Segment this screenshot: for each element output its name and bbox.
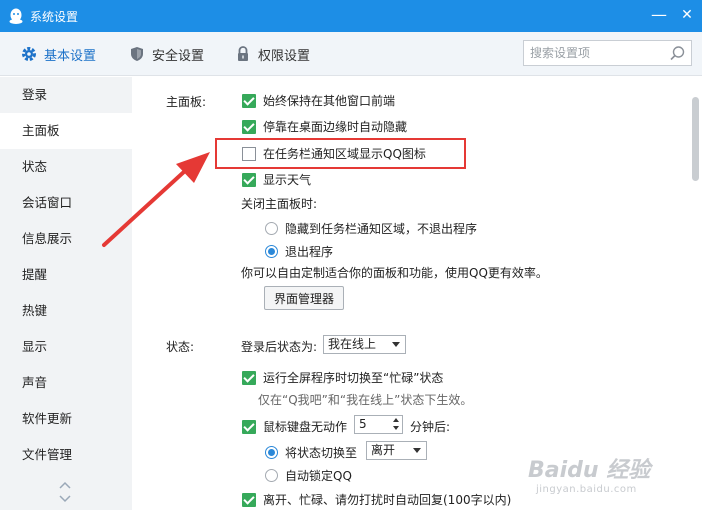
close-panel-label: 关闭主面板时: — [241, 197, 318, 211]
tab-security-settings[interactable]: 安全设置 — [128, 32, 204, 76]
content-scrollbar[interactable] — [690, 77, 702, 510]
option-auto-lock[interactable]: 自动锁定QQ — [265, 467, 352, 484]
sidebar-item-sound[interactable]: 声音 — [0, 365, 132, 401]
option-label: 始终保持在其他窗口前端 — [263, 94, 396, 108]
option-hide-to-tray[interactable]: 隐藏到任务栏通知区域，不退出程序 — [265, 220, 477, 237]
option-label: 显示天气 — [263, 173, 312, 187]
checkbox-checked[interactable] — [242, 492, 256, 507]
select-value: 离开 — [371, 443, 396, 457]
sidebar-item-info-display[interactable]: 信息展示 — [0, 221, 132, 257]
main-panel-section-label: 主面板: — [166, 95, 207, 109]
idle-minutes-stepper[interactable]: 5 — [354, 415, 403, 434]
sidebar-item-login[interactable]: 登录 — [0, 77, 132, 113]
after-login-status-label: 登录后状态为: — [241, 340, 318, 354]
option-switch-status[interactable]: 将状态切换至 — [265, 444, 357, 461]
stepper-down-icon[interactable] — [393, 426, 399, 430]
watermark-subtitle: jingyan.baidu.com — [536, 484, 637, 495]
title-bar: 系统设置 — ✕ — [0, 0, 702, 32]
qq-penguin-icon — [9, 8, 23, 24]
highlight-box — [215, 138, 466, 169]
search-input[interactable] — [530, 44, 660, 62]
option-label: 退出程序 — [285, 245, 334, 259]
option-label: 离开、忙碌、请勿打扰时自动回复(100字以内) — [263, 493, 512, 507]
fullscreen-hint: 仅在“Q我吧”和“我在线上”状态下生效。 — [258, 393, 473, 407]
sidebar-item-software-update[interactable]: 软件更新 — [0, 401, 132, 437]
tab-bar: 基本设置 安全设置 权限设置 — [0, 32, 702, 76]
window-title: 系统设置 — [30, 10, 79, 24]
option-label: 隐藏到任务栏通知区域，不退出程序 — [285, 222, 478, 236]
interface-manager-button[interactable]: 界面管理器 — [264, 286, 345, 310]
sidebar-item-display[interactable]: 显示 — [0, 329, 132, 365]
option-auto-hide[interactable]: 停靠在桌面边缘时自动隐藏 — [242, 118, 407, 135]
checkbox-checked[interactable] — [242, 119, 256, 134]
option-exit-program[interactable]: 退出程序 — [265, 243, 333, 260]
idle-status-select[interactable]: 离开 — [366, 441, 427, 460]
tab-label: 权限设置 — [258, 48, 311, 64]
checkbox-checked[interactable] — [242, 419, 256, 434]
checkbox-checked[interactable] — [242, 370, 256, 385]
tab-basic-settings[interactable]: 基本设置 — [20, 32, 96, 76]
sidebar-item-status[interactable]: 状态 — [0, 149, 132, 185]
option-fullscreen-busy[interactable]: 运行全屏程序时切换至“忙碌”状态 — [242, 369, 443, 386]
option-show-weather[interactable]: 显示天气 — [242, 171, 311, 188]
checkbox-checked[interactable] — [242, 172, 256, 187]
option-label: 鼠标键盘无动作 — [263, 420, 348, 434]
gear-icon — [22, 47, 36, 61]
radio-checked[interactable] — [265, 245, 278, 258]
checkbox-checked[interactable] — [242, 93, 256, 108]
sidebar-item-reminder[interactable]: 提醒 — [0, 257, 132, 293]
tab-label: 安全设置 — [152, 48, 205, 64]
login-status-select[interactable]: 我在线上 — [323, 335, 406, 354]
shield-icon — [131, 47, 143, 61]
select-value: 我在线上 — [328, 337, 377, 351]
search-icon[interactable] — [669, 45, 686, 62]
radio-checked[interactable] — [265, 446, 278, 459]
radio-unchecked[interactable] — [265, 222, 278, 235]
radio-unchecked[interactable] — [265, 469, 278, 482]
option-label: 停靠在桌面边缘时自动隐藏 — [263, 120, 408, 134]
tab-permission-settings[interactable]: 权限设置 — [234, 32, 310, 76]
sidebar-item-main-panel[interactable]: 主面板 — [0, 113, 132, 149]
stepper-up-icon[interactable] — [393, 418, 399, 422]
customize-hint: 你可以自由定制适合你的面板和功能，使用QQ更有效率。 — [241, 266, 548, 280]
option-idle[interactable]: 鼠标键盘无动作 — [242, 418, 347, 435]
option-auto-reply[interactable]: 离开、忙碌、请勿打扰时自动回复(100字以内) — [242, 491, 511, 508]
option-label: 将状态切换至 — [285, 446, 358, 460]
tab-label: 基本设置 — [44, 48, 97, 64]
chevron-up-icon[interactable] — [58, 480, 72, 490]
baidu-watermark: Baidu 经验 jingyan.baidu.com — [528, 452, 678, 504]
sidebar: 登录 主面板 状态 会话窗口 信息展示 提醒 热键 显示 声音 软件更新 文件管… — [0, 77, 132, 510]
dropdown-arrow-icon — [413, 448, 421, 453]
status-section-label: 状态: — [166, 340, 195, 354]
stepper-value: 5 — [359, 417, 367, 431]
sidebar-item-hotkey[interactable]: 热键 — [0, 293, 132, 329]
search-box[interactable] — [523, 40, 692, 66]
sidebar-item-chat-window[interactable]: 会话窗口 — [0, 185, 132, 221]
option-label: 运行全屏程序时切换至“忙碌”状态 — [263, 371, 444, 385]
watermark-logo: Baidu 经验 — [528, 458, 651, 483]
chevron-down-icon[interactable] — [58, 494, 72, 504]
sidebar-item-file-management[interactable]: 文件管理 — [0, 437, 132, 473]
close-button[interactable]: ✕ — [676, 4, 698, 26]
scrollbar-thumb[interactable] — [692, 97, 699, 181]
minimize-button[interactable]: — — [648, 4, 670, 26]
option-always-on-top[interactable]: 始终保持在其他窗口前端 — [242, 92, 395, 109]
idle-suffix: 分钟后: — [410, 420, 451, 434]
dropdown-arrow-icon — [392, 342, 400, 347]
option-label: 自动锁定QQ — [285, 469, 352, 483]
lock-icon — [238, 46, 248, 61]
